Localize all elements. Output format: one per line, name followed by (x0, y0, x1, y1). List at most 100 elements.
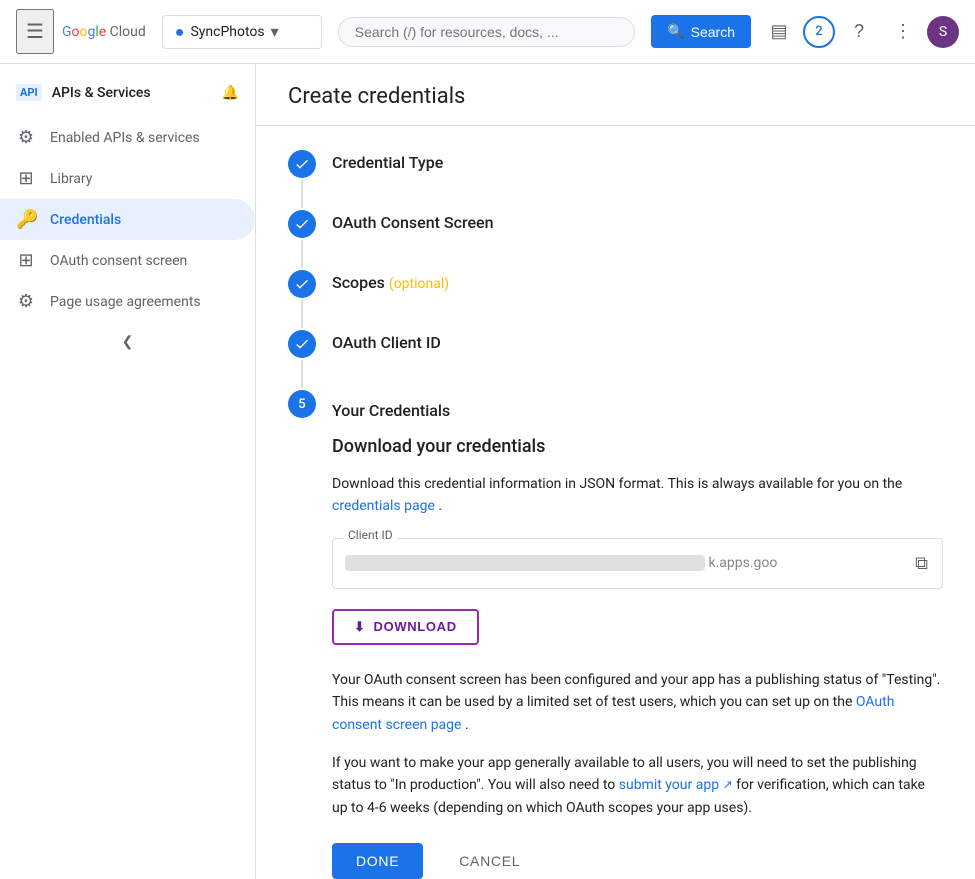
optional-label: (optional) (389, 276, 449, 292)
project-icon: ● (175, 22, 185, 42)
notification-count: 2 (815, 24, 822, 39)
step2-content: OAuth Consent Screen (332, 210, 494, 240)
client-id-suffix: k.apps.goo (708, 555, 777, 571)
step2-connector (288, 210, 316, 270)
step4-title: OAuth Client ID (332, 333, 441, 352)
search-input[interactable] (355, 24, 618, 40)
oauth-consent-icon: ⊞ (16, 250, 36, 271)
desc-text2: . (438, 498, 442, 514)
sidebar-item-label: Library (50, 171, 92, 187)
sidebar-item-label: OAuth consent screen (50, 253, 187, 269)
step5-connector: 5 (288, 390, 316, 418)
client-id-input-row: k.apps.goo ⧉ (332, 538, 943, 589)
download-label: DOWNLOAD (374, 619, 457, 634)
info-text-1: Your OAuth consent screen has been confi… (332, 669, 943, 736)
step1-line (301, 180, 303, 208)
sidebar-title: APIs & Services (52, 85, 151, 101)
sidebar-item-oauth-consent[interactable]: ⊞ OAuth consent screen (0, 240, 255, 281)
step3-line (301, 300, 303, 328)
project-selector[interactable]: ● SyncPhotos ▾ (162, 15, 322, 49)
sidebar-item-label: Enabled APIs & services (50, 130, 200, 146)
step2-check-icon (288, 210, 316, 238)
client-id-field: Client ID k.apps.goo ⧉ (332, 538, 943, 589)
sidebar-collapse-btn[interactable]: ❮ (0, 322, 255, 362)
nav-icons: ▤ 2 ? ⋮ S (759, 12, 959, 52)
info-text-2: If you want to make your app generally a… (332, 752, 943, 819)
desc-text1: Download this credential information in … (332, 476, 902, 492)
step5-content: Your Credentials Download your credentia… (332, 398, 943, 879)
copy-icon[interactable]: ⧉ (913, 551, 930, 576)
step1-content: Credential Type (332, 150, 443, 180)
library-icon: ⊞ (16, 168, 36, 189)
step1-connector (288, 150, 316, 210)
more-icon: ⋮ (894, 21, 912, 42)
step1-check-icon (288, 150, 316, 178)
section-title: Download your credentials (332, 436, 943, 457)
client-id-label: Client ID (344, 528, 397, 542)
top-nav: ☰ Google Cloud ● SyncPhotos ▾ 🔍 Search ▤… (0, 0, 975, 64)
help-icon-btn[interactable]: ? (839, 12, 879, 52)
avatar-initial: S (939, 24, 947, 40)
enabled-apis-icon: ⚙ (16, 127, 36, 148)
sidebar-item-library[interactable]: ⊞ Library (0, 158, 255, 199)
action-buttons: DONE CANCEL (332, 843, 943, 879)
logo-text: Google Cloud (62, 24, 146, 40)
search-button-label: Search (691, 24, 735, 40)
step4-content: OAuth Client ID (332, 330, 441, 360)
notification-badge[interactable]: 2 (803, 16, 835, 48)
page-header: Create credentials (256, 64, 975, 126)
main-layout: API APIs & Services 🔔 ⚙ Enabled APIs & s… (0, 64, 975, 879)
credentials-icon: 🔑 (16, 209, 36, 230)
sidebar-item-credentials[interactable]: 🔑 Credentials (0, 199, 255, 240)
step3-connector (288, 270, 316, 330)
step-oauth-client-id: OAuth Client ID (288, 330, 943, 390)
step3-content: Scopes (optional) (332, 270, 449, 300)
sidebar-item-label: Credentials (50, 212, 121, 228)
cancel-button[interactable]: CANCEL (435, 843, 544, 879)
step2-line (301, 240, 303, 268)
more-options-btn[interactable]: ⋮ (883, 12, 923, 52)
submit-app-link[interactable]: submit your app ↗ (619, 777, 736, 793)
terminal-icon: ▤ (770, 21, 787, 42)
search-bar[interactable] (338, 17, 635, 47)
search-icon: 🔍 (667, 23, 684, 40)
step1-title: Credential Type (332, 153, 443, 172)
terminal-icon-btn[interactable]: ▤ (759, 12, 799, 52)
step4-line (301, 360, 303, 388)
download-icon: ⬇ (354, 619, 366, 635)
search-button[interactable]: 🔍 Search (651, 15, 751, 48)
step2-title: OAuth Consent Screen (332, 213, 494, 232)
done-button[interactable]: DONE (332, 843, 423, 879)
project-name: SyncPhotos (190, 24, 264, 40)
sidebar-item-label: Page usage agreements (50, 294, 201, 310)
main-content: Create credentials Credential Type (256, 64, 975, 879)
step-your-credentials: 5 Your Credentials Download your credent… (288, 390, 943, 879)
step-credential-type: Credential Type (288, 150, 943, 210)
api-badge: API (16, 84, 42, 101)
step4-connector (288, 330, 316, 390)
client-id-value: k.apps.goo (345, 555, 905, 571)
sidebar-header: API APIs & Services 🔔 (0, 72, 255, 117)
step3-title: Scopes (optional) (332, 273, 449, 292)
sidebar-item-enabled-apis[interactable]: ⚙ Enabled APIs & services (0, 117, 255, 158)
page-title: Create credentials (288, 84, 465, 109)
step4-check-icon (288, 330, 316, 358)
sidebar: API APIs & Services 🔔 ⚙ Enabled APIs & s… (0, 64, 256, 879)
sidebar-notification-icon[interactable]: 🔔 (222, 85, 239, 101)
step3-check-icon (288, 270, 316, 298)
steps-container: Credential Type OAuth Consent Screen (256, 126, 975, 879)
help-icon: ? (854, 21, 864, 42)
external-link-icon: ↗ (723, 778, 733, 792)
step5-title: Your Credentials (332, 401, 943, 420)
page-usage-icon: ⚙ (16, 291, 36, 312)
step-oauth-consent: OAuth Consent Screen (288, 210, 943, 270)
avatar[interactable]: S (927, 16, 959, 48)
client-id-blurred (345, 555, 705, 571)
sidebar-item-page-usage[interactable]: ⚙ Page usage agreements (0, 281, 255, 322)
credentials-page-link[interactable]: credentials page (332, 498, 435, 514)
hamburger-menu[interactable]: ☰ (16, 9, 54, 54)
step5-num-icon: 5 (288, 390, 316, 418)
google-cloud-logo: Google Cloud (62, 24, 146, 40)
hamburger-icon: ☰ (26, 21, 44, 43)
download-button[interactable]: ⬇ DOWNLOAD (332, 609, 479, 645)
